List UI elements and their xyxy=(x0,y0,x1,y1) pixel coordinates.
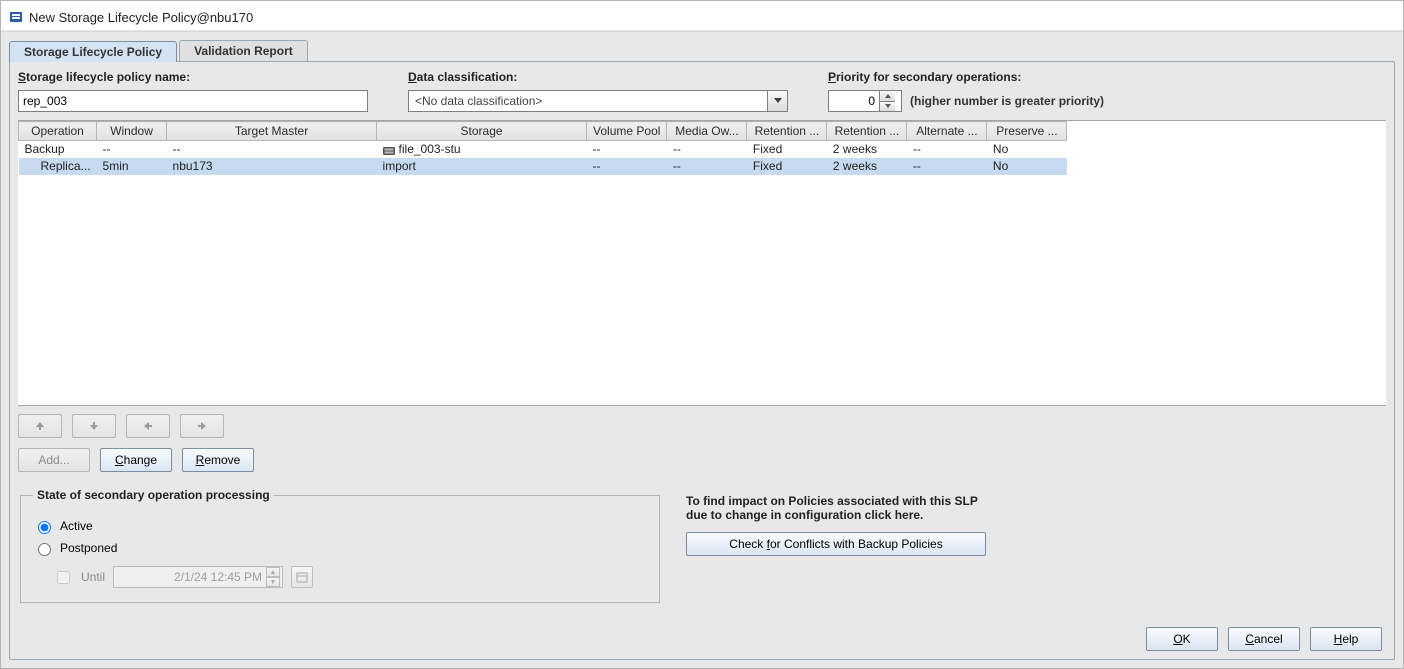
spinner-up-icon[interactable] xyxy=(880,91,895,102)
radio-active-input[interactable] xyxy=(38,521,51,534)
col-header[interactable]: Media Ow... xyxy=(667,122,747,141)
dataclass-label: Data classification: xyxy=(408,70,788,84)
tab-panel-slp: Storage lifecycle policy name: Data clas… xyxy=(9,61,1395,660)
add-button: Add... xyxy=(18,448,90,472)
priority-spinner[interactable] xyxy=(828,90,902,112)
move-left-button xyxy=(126,414,170,438)
radio-active-label: Active xyxy=(60,519,93,533)
top-fields: Storage lifecycle policy name: Data clas… xyxy=(18,70,1386,120)
col-header[interactable]: Volume Pool xyxy=(587,122,667,141)
table-cell: -- xyxy=(667,158,747,175)
until-checkbox xyxy=(57,571,70,584)
radio-active[interactable]: Active xyxy=(33,518,647,534)
table-row[interactable]: Replica...5minnbu173import----Fixed2 wee… xyxy=(19,158,1067,175)
col-header[interactable]: Storage xyxy=(377,122,587,141)
dt-spin-up-icon: ▲ xyxy=(266,567,280,577)
table-cell: 2 weeks xyxy=(827,158,907,175)
app-icon xyxy=(9,10,23,24)
check-conflicts-label: Check for Conflicts with Backup Policies xyxy=(729,537,942,551)
lower-controls: Add... Change Remove State of secondary … xyxy=(18,406,1386,651)
move-up-button xyxy=(18,414,62,438)
col-header[interactable]: Operation xyxy=(19,122,97,141)
table-cell: Fixed xyxy=(747,158,827,175)
table-cell: nbu173 xyxy=(167,158,377,175)
calendar-icon xyxy=(291,566,313,588)
dialog-footer: OK Cancel Help xyxy=(18,613,1386,651)
arrow-right-icon xyxy=(197,421,207,431)
dataclass-value: <No data classification> xyxy=(409,91,767,111)
tab-bar: Storage Lifecycle Policy Validation Repo… xyxy=(1,32,1403,61)
move-right-button xyxy=(180,414,224,438)
move-down-button xyxy=(72,414,116,438)
tab-slp[interactable]: Storage Lifecycle Policy xyxy=(9,41,177,62)
col-header[interactable]: Target Master xyxy=(167,122,377,141)
radio-postponed[interactable]: Postponed xyxy=(33,540,647,556)
col-header[interactable]: Preserve ... xyxy=(987,122,1067,141)
ok-button[interactable]: OK xyxy=(1146,627,1218,651)
operations-table[interactable]: OperationWindowTarget MasterStorageVolum… xyxy=(18,121,1067,175)
operations-table-wrap: OperationWindowTarget MasterStorageVolum… xyxy=(18,120,1386,406)
dialog-window: New Storage Lifecycle Policy@nbu170 Stor… xyxy=(0,0,1404,669)
table-cell: Fixed xyxy=(747,141,827,158)
state-legend: State of secondary operation processing xyxy=(33,488,274,502)
table-cell: -- xyxy=(907,141,987,158)
change-button[interactable]: Change xyxy=(100,448,172,472)
titlebar: New Storage Lifecycle Policy@nbu170 xyxy=(1,1,1403,31)
col-header[interactable]: Window xyxy=(97,122,167,141)
policy-name-input[interactable] xyxy=(18,90,368,112)
until-datetime-input: 2/1/24 12:45 PM ▲ ▼ xyxy=(113,566,283,588)
table-cell: Backup xyxy=(19,141,97,158)
name-label: Storage lifecycle policy name: xyxy=(18,70,368,84)
info-line-1: To find impact on Policies associated wi… xyxy=(686,494,1386,508)
radio-postponed-label: Postponed xyxy=(60,541,117,555)
table-cell: import xyxy=(377,158,587,175)
table-cell: -- xyxy=(587,158,667,175)
until-label: Until xyxy=(81,570,105,584)
radio-postponed-input[interactable] xyxy=(38,543,51,556)
table-cell: No xyxy=(987,141,1067,158)
arrow-down-icon xyxy=(89,421,99,431)
table-cell: 2 weeks xyxy=(827,141,907,158)
info-line-2: due to change in configuration click her… xyxy=(686,508,1386,522)
table-cell: file_003-stu xyxy=(377,141,587,158)
col-header[interactable]: Retention ... xyxy=(827,122,907,141)
dialog-body: Storage Lifecycle Policy Validation Repo… xyxy=(1,31,1403,668)
conflict-info: To find impact on Policies associated wi… xyxy=(686,488,1386,603)
table-cell: -- xyxy=(667,141,747,158)
tab-validation[interactable]: Validation Report xyxy=(179,40,308,61)
table-header-row: OperationWindowTarget MasterStorageVolum… xyxy=(19,122,1067,141)
table-cell: -- xyxy=(587,141,667,158)
check-conflicts-button[interactable]: Check for Conflicts with Backup Policies xyxy=(686,532,986,556)
storage-icon xyxy=(383,145,395,155)
spinner-down-icon[interactable] xyxy=(880,102,895,112)
dataclass-combo[interactable]: <No data classification> xyxy=(408,90,788,112)
priority-hint: (higher number is greater priority) xyxy=(910,94,1104,108)
table-cell: -- xyxy=(167,141,377,158)
table-cell: -- xyxy=(907,158,987,175)
remove-button[interactable]: Remove xyxy=(182,448,254,472)
table-cell: 5min xyxy=(97,158,167,175)
col-header[interactable]: Alternate ... xyxy=(907,122,987,141)
table-cell: -- xyxy=(97,141,167,158)
help-button[interactable]: Help xyxy=(1310,627,1382,651)
window-title: New Storage Lifecycle Policy@nbu170 xyxy=(29,10,253,25)
arrow-up-icon xyxy=(35,421,45,431)
table-cell: Replica... xyxy=(19,158,97,175)
table-row[interactable]: Backup----file_003-stu----Fixed2 weeks--… xyxy=(19,141,1067,158)
chevron-down-icon[interactable] xyxy=(767,91,787,111)
table-cell: No xyxy=(987,158,1067,175)
priority-label: Priority for secondary operations: xyxy=(828,70,1104,84)
until-datetime-text: 2/1/24 12:45 PM xyxy=(174,570,262,584)
arrow-left-icon xyxy=(143,421,153,431)
cancel-button[interactable]: Cancel xyxy=(1228,627,1300,651)
state-fieldset: State of secondary operation processing … xyxy=(20,488,660,603)
dt-spin-down-icon: ▼ xyxy=(266,577,280,587)
priority-input[interactable] xyxy=(829,91,879,111)
col-header[interactable]: Retention ... xyxy=(747,122,827,141)
